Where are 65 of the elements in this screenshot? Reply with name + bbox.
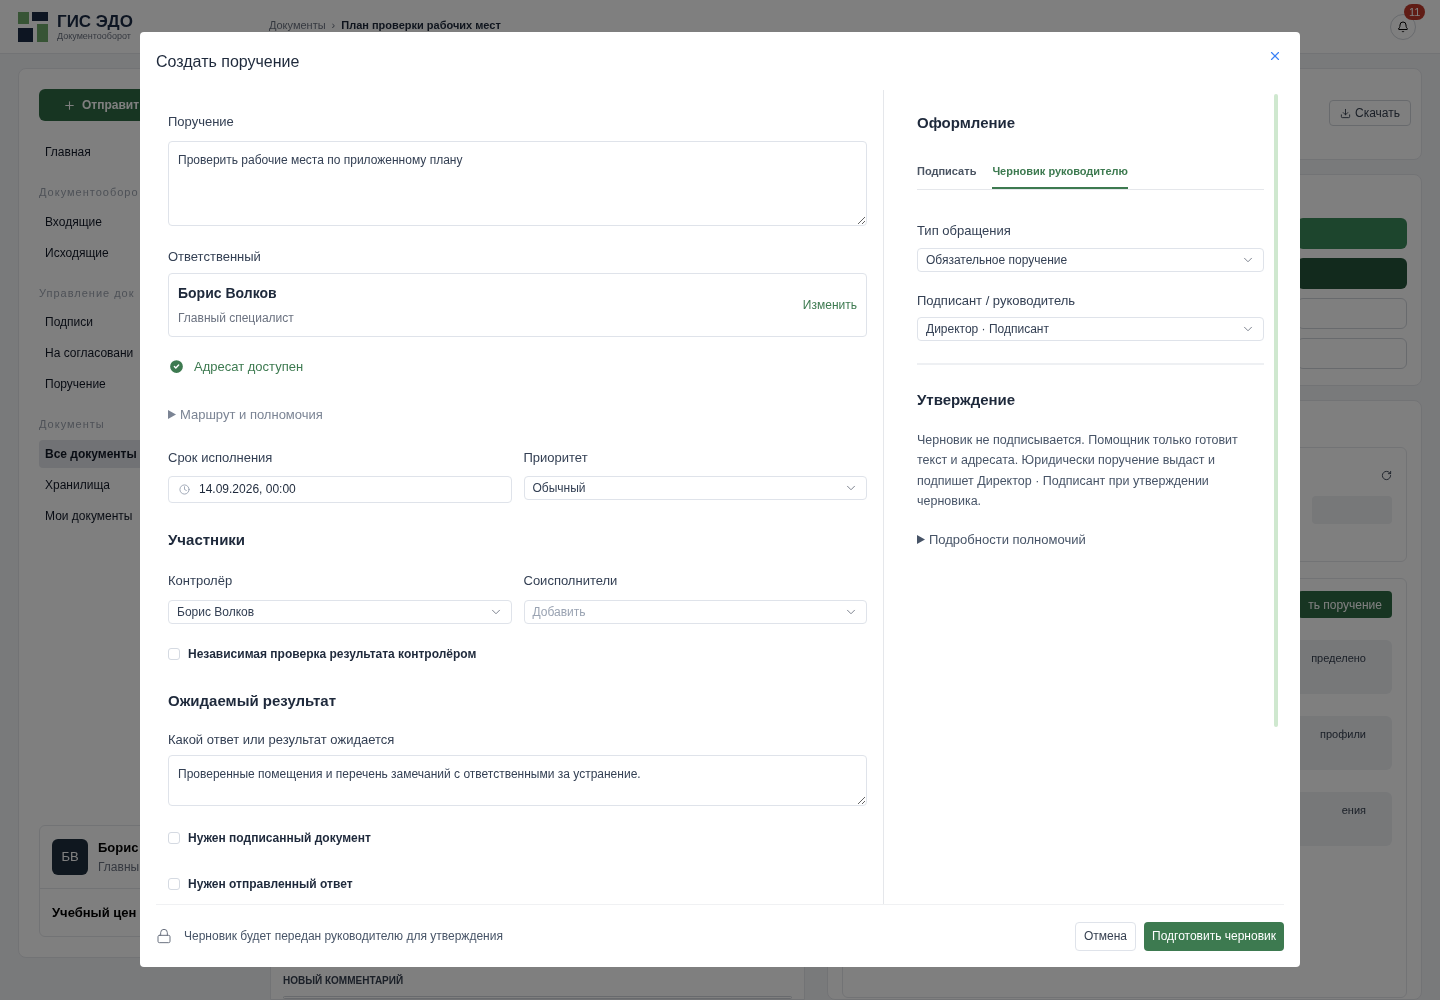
list-card-text: профили <box>1320 727 1366 742</box>
date-field[interactable]: 14.09.2026, 00:00 <box>168 475 512 503</box>
breadcrumb-separator: › <box>331 18 336 34</box>
assign-button[interactable]: ть поручение <box>1298 591 1392 618</box>
coexecutors-select[interactable]: Добавить <box>523 599 867 624</box>
close-button[interactable] <box>1268 49 1282 63</box>
logo-subtitle: Документооборот <box>57 31 132 41</box>
checkbox-label: Нужен отправленный ответ <box>188 875 353 893</box>
close-icon <box>1268 49 1282 63</box>
field-label: Контролёр <box>168 572 234 590</box>
controller-select[interactable]: Борис Волков <box>168 599 512 624</box>
task-field[interactable]: Проверить рабочие места по приложенному плану <box>168 140 867 226</box>
footer-note: Черновик будет передан руководителю для утверждения <box>184 928 503 945</box>
breadcrumb-link[interactable]: Документы <box>268 17 326 34</box>
user-name: Борис <box>98 839 140 857</box>
change-link[interactable]: Изменить <box>802 296 857 314</box>
section-heading: Ожидаемый результат <box>168 690 338 711</box>
plus-icon <box>63 98 76 112</box>
avatar: БВ <box>52 838 88 875</box>
bell-icon <box>1397 20 1409 33</box>
logo-icon <box>18 11 48 42</box>
signer-select[interactable]: Директор · Подписант <box>917 317 1264 341</box>
download-button[interactable]: Скачать <box>1329 100 1411 126</box>
refresh-icon <box>1381 470 1392 481</box>
list-card-text: пределено <box>1311 651 1366 666</box>
field-label: Тип обращения <box>917 222 1012 240</box>
submit-button[interactable]: Подготовить черновик <box>1144 921 1284 951</box>
comment-label: НОВЫЙ КОММЕНТАРИЙ <box>283 973 404 988</box>
section-heading: Оформление <box>917 113 1017 133</box>
section-heading: Утверждение <box>917 390 1017 410</box>
checkbox[interactable] <box>168 877 180 890</box>
triangle-icon <box>168 409 176 419</box>
checkbox-label: Нужен подписанный документ <box>188 829 371 847</box>
lock-icon <box>156 928 172 944</box>
person-position: Главный специалист <box>178 310 294 327</box>
field-label: Ответственный <box>168 247 262 266</box>
organization-name: Учебный цен <box>52 903 137 922</box>
logo-title: ГИС ЭДО <box>57 12 133 30</box>
person-name: Борис Волков <box>178 284 278 303</box>
request-type-select[interactable]: Обязательное поручение <box>917 247 1264 272</box>
field-label: Подписант / руководитель <box>917 291 1077 310</box>
triangle-icon <box>917 534 925 544</box>
priority-select[interactable]: Обычный <box>523 475 867 500</box>
approval-text: Черновик не подписывается. Помощник только готовит текст и адресата. Юридически поручение выдаст и подпишет Директор · Подписант при утверждении черновика. <box>917 431 1239 510</box>
tab[interactable]: Черновик руководителю <box>992 162 1128 189</box>
download-icon <box>1340 107 1351 119</box>
list-card-text: ения <box>1341 803 1366 818</box>
checkbox[interactable] <box>168 831 180 844</box>
checkbox-label: Независимая проверка результата контролёром <box>188 645 477 663</box>
clock-icon <box>179 483 190 495</box>
breadcrumb-current: План проверки рабочих мест <box>341 18 501 34</box>
details-toggle[interactable]: Подробности полномочий <box>917 529 1086 549</box>
field-label: Приоритет <box>523 449 589 467</box>
notification-badge: 11 <box>1404 3 1426 20</box>
route-toggle[interactable]: Маршрут и полномочия <box>168 404 323 424</box>
user-role: Главны <box>98 858 140 876</box>
dialog-title: Создать поручение <box>156 52 300 72</box>
result-field[interactable]: Проверенные помещения и перечень замечаний с ответственными за устранение. <box>168 754 867 806</box>
field-label: Соисполнители <box>523 572 619 590</box>
field-label: Какой ответ или результат ожидается <box>168 731 396 749</box>
status-text: Адресат доступен <box>194 358 304 376</box>
checkbox[interactable] <box>168 647 180 660</box>
tab[interactable]: Подписать <box>917 162 977 189</box>
section-heading: Участники <box>168 529 247 550</box>
cancel-button[interactable]: Отмена <box>1074 921 1136 951</box>
